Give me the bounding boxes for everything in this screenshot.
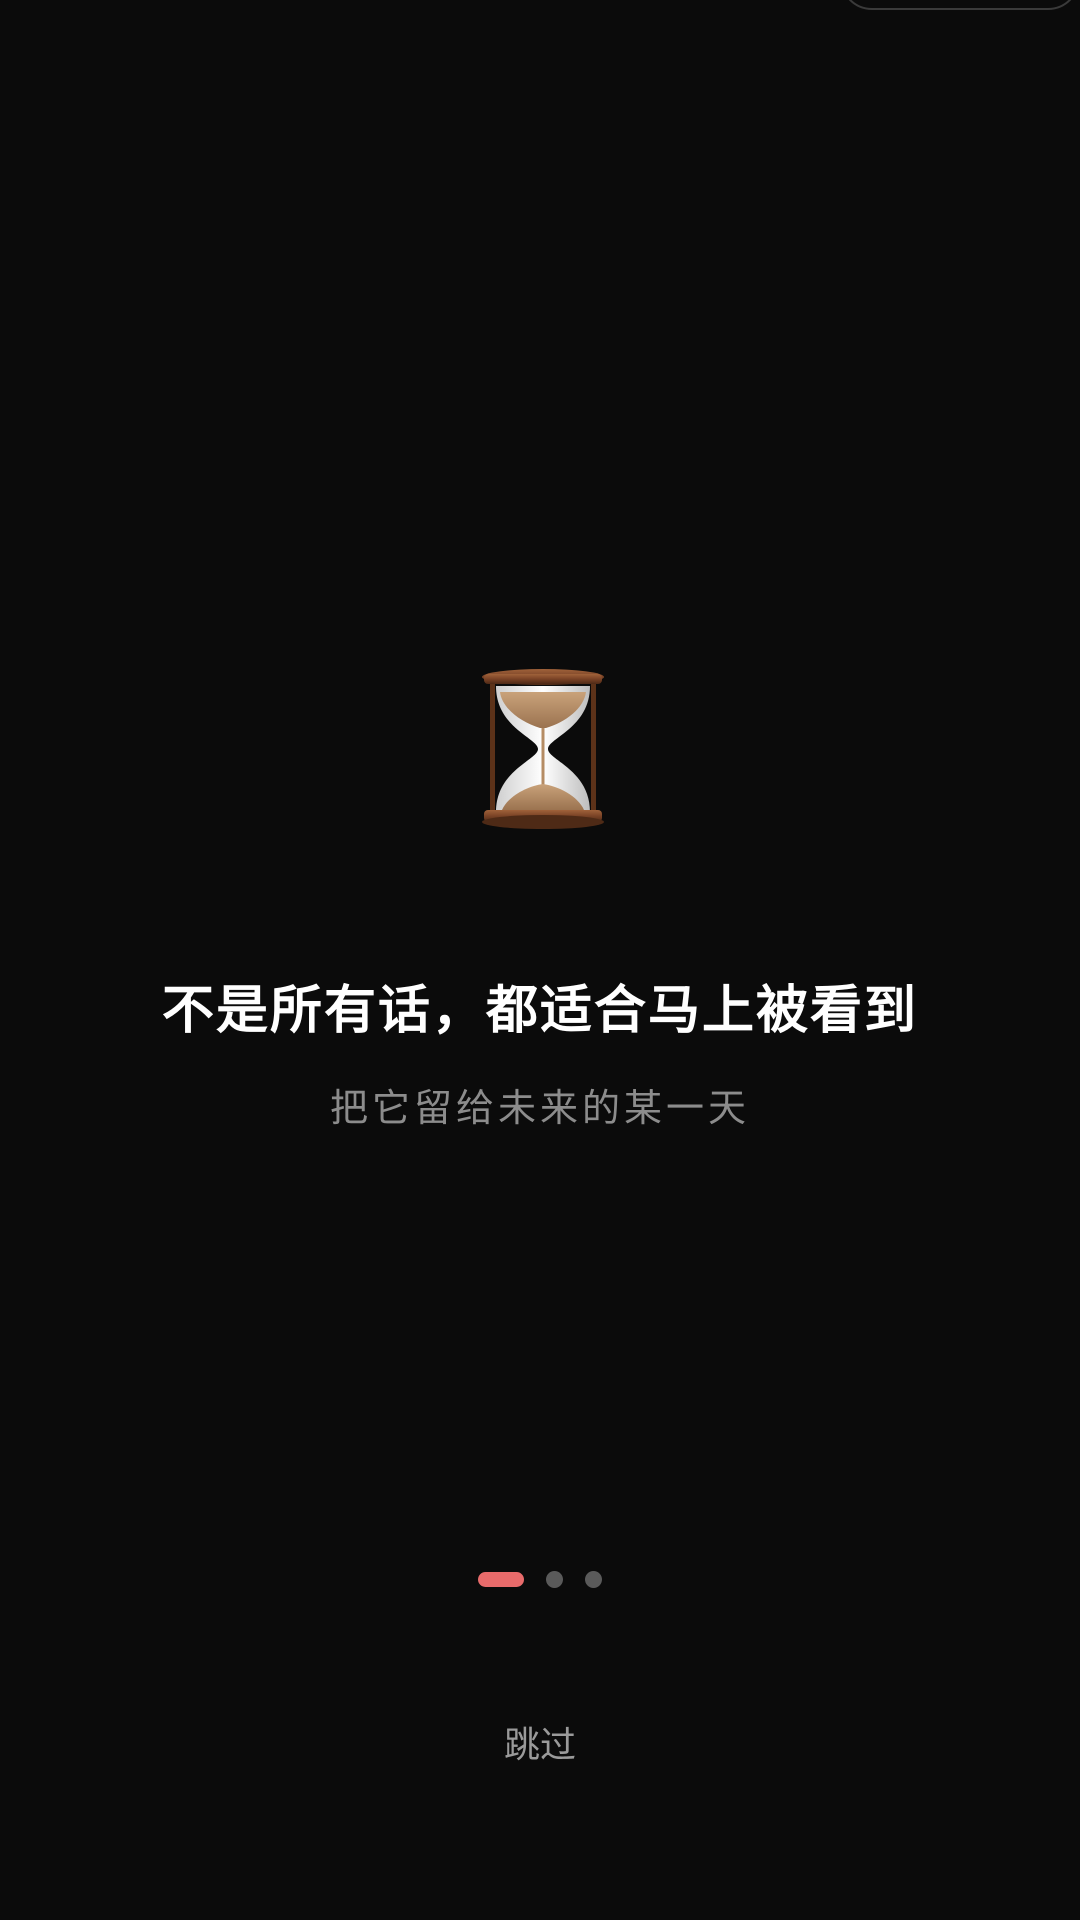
onboarding-subtitle: 把它留给未来的某一天: [329, 1086, 750, 1130]
page-indicator-dot: [585, 1570, 602, 1588]
page-indicator-dot-active: [478, 1571, 524, 1587]
page-indicator: [0, 1570, 1080, 1588]
skip-button[interactable]: 跳过: [440, 1716, 640, 1776]
onboarding-title: 不是所有话，都适合马上被看到: [161, 981, 918, 1041]
page-indicator-dot: [546, 1570, 563, 1588]
hourglass-icon: [480, 668, 606, 830]
top-corner-element: [840, 0, 1080, 10]
